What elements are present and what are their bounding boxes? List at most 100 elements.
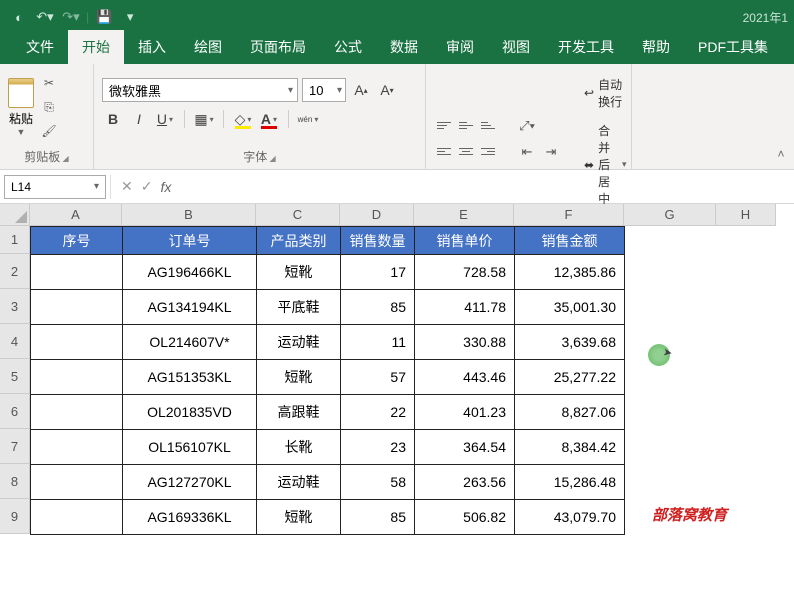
- cell[interactable]: 8,827.06: [515, 395, 625, 430]
- cell[interactable]: OL156107KL: [123, 430, 257, 465]
- cell[interactable]: AG151353KL: [123, 360, 257, 395]
- align-top-button[interactable]: [434, 116, 454, 136]
- autosave-toggle[interactable]: ◐: [6, 4, 32, 30]
- cell[interactable]: [31, 325, 123, 360]
- cut-button[interactable]: ✂: [38, 73, 60, 93]
- accept-formula-button[interactable]: ✓: [141, 178, 153, 195]
- row-header-1[interactable]: 1: [0, 226, 30, 254]
- border-button[interactable]: ▦: [193, 108, 215, 130]
- decrease-indent-button[interactable]: ⇤: [516, 142, 538, 162]
- cell[interactable]: 运动鞋: [257, 325, 341, 360]
- row-header-7[interactable]: 7: [0, 429, 30, 464]
- cell[interactable]: 85: [341, 500, 415, 535]
- increase-indent-button[interactable]: ⇥: [540, 142, 562, 162]
- cell[interactable]: 15,286.48: [515, 465, 625, 500]
- cell[interactable]: 运动鞋: [257, 465, 341, 500]
- cell[interactable]: [31, 290, 123, 325]
- cell[interactable]: 高跟鞋: [257, 395, 341, 430]
- cell[interactable]: 35,001.30: [515, 290, 625, 325]
- row-header-3[interactable]: 3: [0, 289, 30, 324]
- col-header-H[interactable]: H: [716, 204, 776, 226]
- align-center-button[interactable]: [456, 142, 476, 162]
- col-header-A[interactable]: A: [30, 204, 122, 226]
- collapse-ribbon-button[interactable]: ˄: [772, 147, 790, 165]
- row-header-5[interactable]: 5: [0, 359, 30, 394]
- col-header-G[interactable]: G: [624, 204, 716, 226]
- italic-button[interactable]: I: [128, 108, 150, 130]
- col-header-E[interactable]: E: [414, 204, 514, 226]
- col-header-C[interactable]: C: [256, 204, 340, 226]
- table-header[interactable]: 销售数量: [341, 227, 415, 255]
- row-header-4[interactable]: 4: [0, 324, 30, 359]
- cell[interactable]: [31, 255, 123, 290]
- table-header[interactable]: 序号: [31, 227, 123, 255]
- cell[interactable]: [31, 395, 123, 430]
- cell[interactable]: 17: [341, 255, 415, 290]
- select-all-corner[interactable]: [0, 204, 30, 226]
- row-header-2[interactable]: 2: [0, 254, 30, 289]
- cell[interactable]: 平底鞋: [257, 290, 341, 325]
- cell[interactable]: [31, 430, 123, 465]
- cell[interactable]: 58: [341, 465, 415, 500]
- paste-button[interactable]: 粘贴 ▼: [8, 78, 34, 137]
- tab-开发工具[interactable]: 开发工具: [544, 30, 628, 64]
- cell[interactable]: AG127270KL: [123, 465, 257, 500]
- cell[interactable]: 506.82: [415, 500, 515, 535]
- cell[interactable]: 364.54: [415, 430, 515, 465]
- qat-customize[interactable]: ▾: [117, 4, 143, 30]
- cell[interactable]: AG169336KL: [123, 500, 257, 535]
- cell[interactable]: 短靴: [257, 360, 341, 395]
- tab-视图[interactable]: 视图: [488, 30, 544, 64]
- cell[interactable]: 443.46: [415, 360, 515, 395]
- orientation-button[interactable]: ⤢▾: [516, 116, 538, 136]
- tab-开始[interactable]: 开始: [68, 30, 124, 64]
- row-header-9[interactable]: 9: [0, 499, 30, 534]
- table-header[interactable]: 订单号: [123, 227, 257, 255]
- align-middle-button[interactable]: [456, 116, 476, 136]
- col-header-B[interactable]: B: [122, 204, 256, 226]
- increase-font-button[interactable]: A▴: [350, 79, 372, 101]
- table-header[interactable]: 销售单价: [415, 227, 515, 255]
- wrap-text-button[interactable]: ↩ 自动换行: [580, 74, 631, 112]
- cell[interactable]: 11: [341, 325, 415, 360]
- merge-center-button[interactable]: ⬌ 合并后居中 ▾: [580, 120, 631, 209]
- cell[interactable]: 401.23: [415, 395, 515, 430]
- cancel-formula-button[interactable]: ✕: [121, 178, 133, 195]
- table-header[interactable]: 产品类别: [257, 227, 341, 255]
- copy-button[interactable]: ⎘: [38, 97, 60, 117]
- tab-页面布局[interactable]: 页面布局: [236, 30, 320, 64]
- cell[interactable]: 43,079.70: [515, 500, 625, 535]
- fx-button[interactable]: fx: [160, 179, 171, 195]
- tab-绘图[interactable]: 绘图: [180, 30, 236, 64]
- cell[interactable]: 3,639.68: [515, 325, 625, 360]
- undo-button[interactable]: ↶▾: [32, 4, 58, 30]
- cells-area[interactable]: 序号订单号产品类别销售数量销售单价销售金额AG196466KL短靴17728.5…: [30, 226, 625, 535]
- cell[interactable]: 25,277.22: [515, 360, 625, 395]
- cell[interactable]: 短靴: [257, 255, 341, 290]
- phonetic-button[interactable]: wén: [297, 108, 319, 130]
- cell[interactable]: 57: [341, 360, 415, 395]
- cell[interactable]: 263.56: [415, 465, 515, 500]
- table-header[interactable]: 销售金额: [515, 227, 625, 255]
- tab-PDF工具集[interactable]: PDF工具集: [684, 30, 782, 64]
- cell[interactable]: 411.78: [415, 290, 515, 325]
- row-header-8[interactable]: 8: [0, 464, 30, 499]
- col-header-F[interactable]: F: [514, 204, 624, 226]
- tab-数据[interactable]: 数据: [376, 30, 432, 64]
- tab-帮助[interactable]: 帮助: [628, 30, 684, 64]
- tab-公式[interactable]: 公式: [320, 30, 376, 64]
- font-size-select[interactable]: 10: [302, 78, 346, 102]
- bold-button[interactable]: B: [102, 108, 124, 130]
- cell[interactable]: 85: [341, 290, 415, 325]
- align-right-button[interactable]: [478, 142, 498, 162]
- cell[interactable]: 728.58: [415, 255, 515, 290]
- cell[interactable]: 长靴: [257, 430, 341, 465]
- cell[interactable]: AG196466KL: [123, 255, 257, 290]
- cell[interactable]: 330.88: [415, 325, 515, 360]
- decrease-font-button[interactable]: A▾: [376, 79, 398, 101]
- col-header-D[interactable]: D: [340, 204, 414, 226]
- tab-插入[interactable]: 插入: [124, 30, 180, 64]
- cell[interactable]: [31, 465, 123, 500]
- fill-color-button[interactable]: ◇: [232, 108, 254, 130]
- cell[interactable]: AG134194KL: [123, 290, 257, 325]
